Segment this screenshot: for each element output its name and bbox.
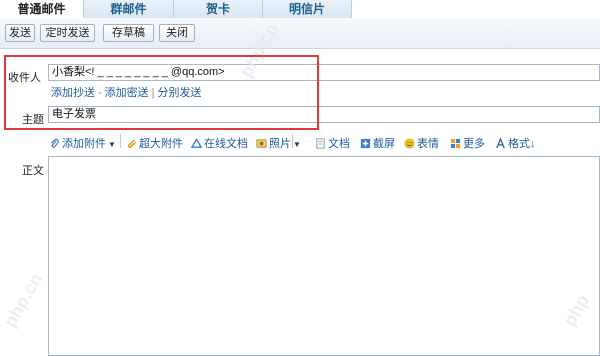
screenshot-label: 截屏: [373, 138, 395, 150]
tab-bar-filler: [352, 0, 600, 18]
recipient-links: 添加抄送 - 添加密送 | 分别发送: [51, 84, 202, 100]
format-button[interactable]: 格式↓: [495, 135, 536, 150]
document-button[interactable]: 文档: [315, 135, 350, 150]
toolbar-divider: [120, 134, 121, 148]
emoji-label: 表情: [417, 138, 439, 150]
compose-tabs: 普通邮件 群邮件 贺卡 明信片: [0, 0, 600, 18]
add-bcc-link[interactable]: 添加密送: [105, 87, 149, 99]
recipient-field[interactable]: 小香梨<! _ _ _ _ _ _ _ _ @qq.com>: [48, 64, 600, 81]
emoji-button[interactable]: 表情: [404, 135, 439, 150]
add-attachment-label: 添加附件: [62, 138, 106, 150]
tab-postcard[interactable]: 明信片: [263, 0, 352, 18]
add-cc-link[interactable]: 添加抄送: [51, 87, 95, 99]
more-label: 更多: [463, 138, 485, 150]
photo-label: 照片: [269, 138, 291, 150]
photo-button[interactable]: 照片 ▼: [256, 135, 301, 150]
more-button[interactable]: 更多: [450, 135, 485, 150]
toolbar-divider: [292, 134, 293, 148]
compose-toolbar: 发送 定时发送 存草稿 关闭: [0, 18, 600, 49]
body-editor[interactable]: [48, 156, 600, 356]
document-label: 文档: [328, 138, 350, 150]
chevron-down-icon[interactable]: ▼: [293, 140, 301, 149]
document-icon: [316, 138, 325, 149]
screenshot-icon: [360, 138, 371, 149]
save-draft-button[interactable]: 存草稿: [103, 24, 154, 42]
online-doc-button[interactable]: 在线文档: [191, 135, 248, 150]
screenshot-button[interactable]: 截屏: [360, 135, 395, 150]
large-attachment-label: 超大附件: [139, 138, 183, 150]
separate-send-link[interactable]: 分别发送: [158, 87, 202, 99]
scheduled-send-button[interactable]: 定时发送: [40, 24, 95, 42]
chevron-down-icon[interactable]: ▼: [108, 140, 116, 149]
smiley-icon: [404, 138, 415, 149]
format-label: 格式: [508, 138, 530, 150]
tab-group-mail[interactable]: 群邮件: [84, 0, 174, 18]
watermark: php.cn: [0, 269, 47, 331]
subject-field[interactable]: 电子发票: [48, 106, 600, 123]
online-doc-icon: [191, 138, 202, 148]
links-divider: -: [98, 87, 102, 99]
send-button[interactable]: 发送: [5, 24, 35, 42]
large-attachment-icon: [127, 139, 137, 149]
online-doc-label: 在线文档: [204, 138, 248, 150]
tab-normal-mail[interactable]: 普通邮件: [0, 0, 84, 18]
font-format-icon: [496, 138, 505, 149]
subject-label: 主题: [22, 114, 44, 126]
paperclip-icon: [50, 138, 59, 148]
add-attachment-button[interactable]: 添加附件 ▼: [49, 135, 116, 150]
photo-icon: [256, 139, 267, 148]
body-label: 正文: [22, 165, 44, 177]
large-attachment-button[interactable]: 超大附件: [126, 135, 183, 150]
tab-greeting-card[interactable]: 贺卡: [174, 0, 263, 18]
more-grid-icon: [450, 138, 461, 149]
format-arrow-icon: ↓: [530, 138, 536, 150]
links-divider: |: [151, 87, 155, 99]
close-button[interactable]: 关闭: [159, 24, 195, 42]
recipient-label: 收件人: [8, 72, 41, 84]
